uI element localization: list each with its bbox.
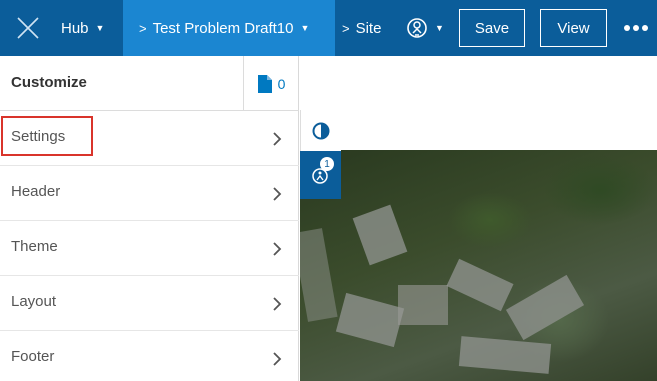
user-menu[interactable]: ▼ — [406, 0, 444, 56]
site-breadcrumb[interactable]: > Site — [342, 0, 381, 56]
chevron-right-icon — [273, 352, 282, 366]
caret-down-icon: ▼ — [95, 23, 105, 33]
chevron-right-icon — [273, 242, 282, 256]
contrast-icon — [312, 122, 330, 139]
menu-item-label: Layout — [11, 293, 57, 310]
pages-button[interactable]: 0 — [243, 56, 299, 111]
menu-item-theme[interactable]: Theme — [0, 221, 299, 276]
close-button[interactable] — [0, 0, 56, 56]
dot-icon — [624, 25, 630, 31]
caret-down-icon: ▼ — [300, 23, 310, 33]
save-button[interactable]: Save — [459, 9, 525, 47]
chevron-right-icon — [273, 297, 282, 311]
menu-item-footer[interactable]: Footer — [0, 331, 299, 381]
caret-down-icon: ▼ — [435, 23, 444, 33]
hub-label: Hub — [61, 19, 89, 37]
menu-item-label: Footer — [11, 348, 55, 365]
chevron-right-icon: > — [139, 20, 147, 36]
page-count: 0 — [277, 75, 286, 92]
dot-icon — [642, 25, 648, 31]
panel-title: Customize — [11, 74, 87, 91]
hero-background-image — [300, 150, 657, 381]
side-tools: 1 — [300, 110, 341, 199]
dot-icon — [633, 25, 639, 31]
user-icon — [407, 18, 427, 38]
menu-item-layout[interactable]: Layout — [0, 276, 299, 331]
view-button[interactable]: View — [540, 9, 607, 47]
chevron-right-icon — [273, 132, 282, 146]
top-bar: Hub ▼ > Test Problem Draft10 ▼ > Site ▼ … — [0, 0, 657, 56]
chevron-right-icon — [273, 187, 282, 201]
draft-site-dropdown[interactable]: > Test Problem Draft10 ▼ — [123, 0, 335, 56]
site-label: Site — [355, 19, 382, 37]
draft-label: Test Problem Draft10 — [152, 19, 294, 37]
menu-item-label: Theme — [11, 238, 58, 255]
menu-item-label: Header — [11, 183, 61, 200]
contrast-toggle-button[interactable] — [300, 110, 341, 151]
more-options-button[interactable] — [619, 0, 653, 56]
chevron-right-icon: > — [342, 20, 350, 36]
settings-highlight-box — [1, 116, 93, 156]
menu-item-header[interactable]: Header — [0, 166, 299, 221]
hub-dropdown[interactable]: Hub ▼ — [56, 0, 123, 56]
accessibility-check-button[interactable]: 1 — [300, 151, 341, 199]
page-icon — [257, 74, 272, 93]
customize-panel: Customize 0 Settings Header Theme Layout… — [0, 56, 299, 381]
close-icon — [17, 17, 39, 39]
notification-badge: 1 — [320, 157, 334, 171]
panel-header: Customize 0 — [0, 56, 299, 111]
